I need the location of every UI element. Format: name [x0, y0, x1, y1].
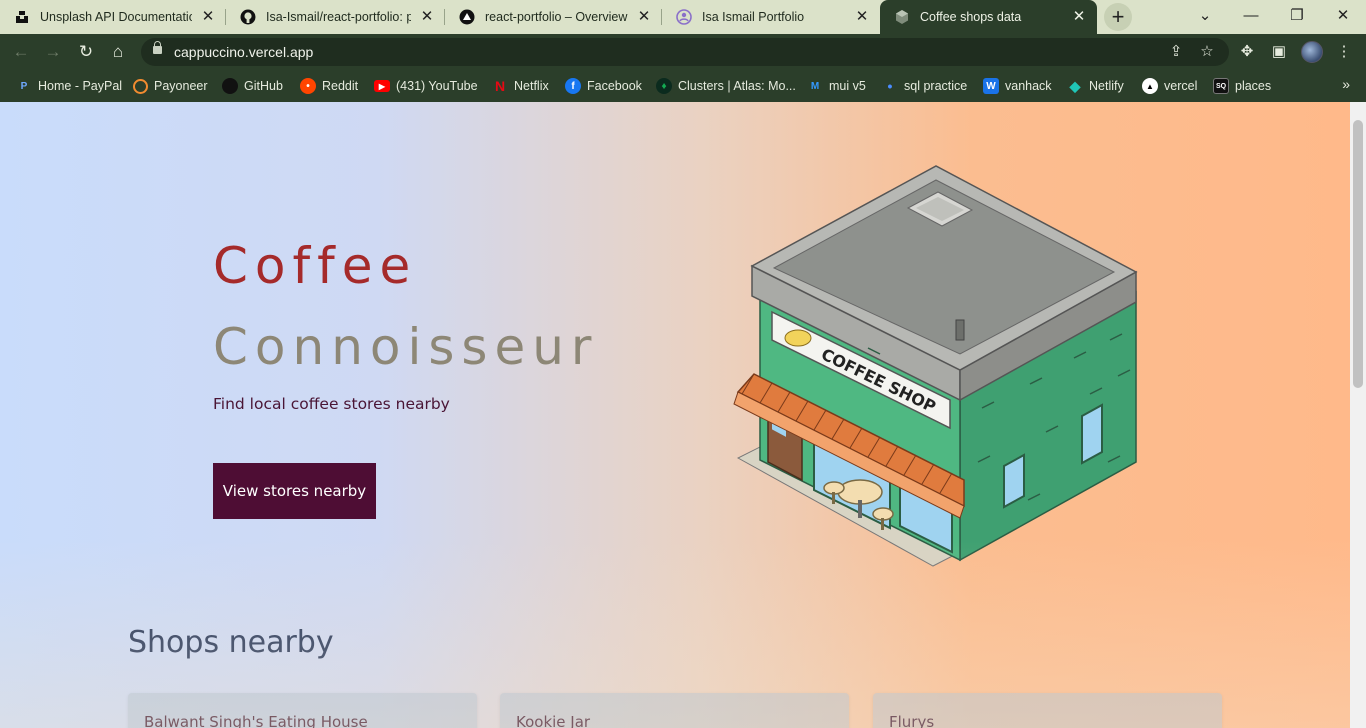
- bookmark-label: (431) YouTube: [396, 79, 478, 93]
- more-bookmarks-icon[interactable]: »: [1342, 76, 1350, 92]
- restore-button[interactable]: ❐: [1274, 0, 1320, 34]
- tab-title: Isa-Ismail/react-portfolio: po: [266, 10, 411, 24]
- close-tab-icon[interactable]: ✕: [1071, 9, 1087, 25]
- forward-icon[interactable]: →: [40, 39, 66, 65]
- minimize-button[interactable]: —: [1228, 0, 1274, 34]
- bookmark-label: vercel: [1164, 79, 1198, 93]
- close-tab-icon[interactable]: ✕: [636, 9, 652, 25]
- new-tab-button[interactable]: +: [1104, 3, 1132, 31]
- bookmark-paypal[interactable]: P Home - PayPal: [16, 76, 122, 96]
- cube-icon: [894, 9, 910, 25]
- bookmark-label: vanhack: [1005, 79, 1052, 93]
- close-tab-icon[interactable]: ✕: [419, 9, 435, 25]
- bookmark-label: Reddit: [322, 79, 359, 93]
- bookmark-payoneer[interactable]: Payoneer: [133, 76, 208, 96]
- github-icon: [222, 78, 238, 94]
- shop-card[interactable]: Flurys: [873, 693, 1222, 728]
- reddit-icon: •: [300, 78, 316, 94]
- lock-icon[interactable]: [153, 41, 162, 54]
- address-text[interactable]: cappuccino.vercel.app: [174, 44, 313, 60]
- shops-nearby-heading: Shops nearby: [128, 625, 334, 660]
- bookmark-mui[interactable]: M mui v5: [807, 76, 866, 96]
- bookmark-label: Clusters | Atlas: Mo...: [678, 79, 796, 93]
- vercel-icon: ▲: [1142, 78, 1158, 94]
- facebook-icon: f: [565, 78, 581, 94]
- bookmark-places[interactable]: SQ places: [1213, 76, 1271, 96]
- paypal-icon: P: [20, 80, 28, 92]
- scrollbar-thumb[interactable]: [1353, 120, 1363, 388]
- tab-unsplash[interactable]: Unsplash API Documentation ✕: [0, 0, 226, 34]
- github-icon: [240, 9, 256, 25]
- netflix-icon: N: [494, 78, 506, 94]
- tab-title: react-portfolio – Overview – V: [485, 10, 628, 24]
- places-icon: SQ: [1213, 78, 1229, 94]
- tab-title: Unsplash API Documentation: [40, 10, 192, 24]
- tab-portfolio[interactable]: Isa Ismail Portfolio ✕: [662, 0, 880, 34]
- back-icon[interactable]: ←: [8, 39, 34, 65]
- netlify-icon: ◆: [1069, 77, 1081, 94]
- payoneer-icon: [133, 78, 148, 94]
- reload-icon[interactable]: ↻: [73, 39, 99, 65]
- bookmark-label: Netflix: [514, 79, 549, 93]
- bookmark-mongodb[interactable]: ♦ Clusters | Atlas: Mo...: [656, 76, 796, 96]
- bookmark-label: Facebook: [587, 79, 642, 93]
- bookmark-label: Netlify: [1089, 79, 1124, 93]
- address-bar[interactable]: cappuccino.vercel.app ⇪ ☆: [141, 38, 1229, 66]
- page-scrollbar[interactable]: [1350, 102, 1366, 728]
- tab-title: Coffee shops data: [920, 10, 1022, 24]
- view-stores-button[interactable]: View stores nearby: [213, 463, 376, 519]
- share-icon[interactable]: ⇪: [1165, 41, 1187, 63]
- mui-icon: M: [810, 80, 820, 92]
- bookmark-netlify[interactable]: ◆ Netlify: [1067, 76, 1124, 96]
- browser-toolbar: ← → ↻ ⌂ cappuccino.vercel.app ⇪ ☆ ✥ ▣ ⋮: [0, 34, 1366, 70]
- shop-card-title[interactable]: Flurys: [889, 713, 934, 728]
- bookmark-label: sql practice: [904, 79, 968, 93]
- vercel-icon: [459, 9, 475, 25]
- shop-card[interactable]: Kookie Jar: [500, 693, 849, 728]
- close-tab-icon[interactable]: ✕: [854, 9, 870, 25]
- bookmark-youtube[interactable]: ▶ (431) YouTube: [374, 76, 478, 96]
- bookmark-star-icon[interactable]: ☆: [1196, 41, 1218, 63]
- bookmark-sql-practice[interactable]: • sql practice: [882, 76, 968, 96]
- portfolio-icon: [676, 9, 692, 25]
- extensions-icon[interactable]: ✥: [1235, 40, 1259, 64]
- close-window-button[interactable]: ✕: [1320, 0, 1366, 34]
- bookmark-label: places: [1235, 79, 1272, 93]
- hero-title-line1: Coffee: [213, 237, 418, 295]
- bookmark-label: GitHub: [244, 79, 283, 93]
- youtube-icon: ▶: [374, 80, 390, 92]
- hero-subtitle: Find local coffee stores nearby: [213, 395, 450, 413]
- bookmark-github[interactable]: GitHub: [222, 76, 283, 96]
- vanhack-icon: W: [983, 78, 999, 94]
- bookmark-vercel[interactable]: ▲ vercel: [1142, 76, 1197, 96]
- shop-card-title[interactable]: Kookie Jar: [516, 713, 590, 728]
- home-icon[interactable]: ⌂: [105, 39, 131, 65]
- hero-title-line2: Connoisseur: [213, 318, 599, 376]
- tab-github[interactable]: Isa-Ismail/react-portfolio: po ✕: [226, 0, 445, 34]
- dot-icon: •: [887, 78, 893, 94]
- shop-card-title[interactable]: Balwant Singh's Eating House: [144, 713, 368, 728]
- bookmark-reddit[interactable]: • Reddit: [300, 76, 358, 96]
- tab-vercel[interactable]: react-portfolio – Overview – V ✕: [445, 0, 662, 34]
- shop-card[interactable]: Balwant Singh's Eating House: [128, 693, 477, 728]
- menu-icon[interactable]: ⋮: [1332, 40, 1356, 64]
- side-panel-icon[interactable]: ▣: [1267, 40, 1291, 64]
- tab-strip: Unsplash API Documentation ✕ Isa-Ismail/…: [0, 0, 1366, 34]
- tab-coffee-shops[interactable]: Coffee shops data ✕: [880, 0, 1097, 34]
- bookmark-netflix[interactable]: N Netflix: [492, 76, 549, 96]
- mongodb-icon: ♦: [656, 78, 672, 94]
- close-tab-icon[interactable]: ✕: [200, 9, 216, 25]
- coffee-shop-illustration: COFFEE SHOP: [733, 165, 1138, 567]
- bookmarks-bar: P Home - PayPal Payoneer GitHub • Reddit…: [0, 70, 1366, 102]
- bookmark-label: Home - PayPal: [38, 79, 123, 93]
- bookmark-label: mui v5: [829, 79, 866, 93]
- tab-search-icon[interactable]: ⌄: [1182, 0, 1228, 34]
- tab-title: Isa Ismail Portfolio: [702, 10, 805, 24]
- avatar[interactable]: [1301, 41, 1323, 63]
- page-content: Coffee Connoisseur Find local coffee sto…: [0, 102, 1350, 728]
- unsplash-icon: [14, 9, 30, 25]
- bookmark-label: Payoneer: [154, 79, 208, 93]
- bookmark-facebook[interactable]: f Facebook: [565, 76, 642, 96]
- bookmark-vanhack[interactable]: W vanhack: [983, 76, 1052, 96]
